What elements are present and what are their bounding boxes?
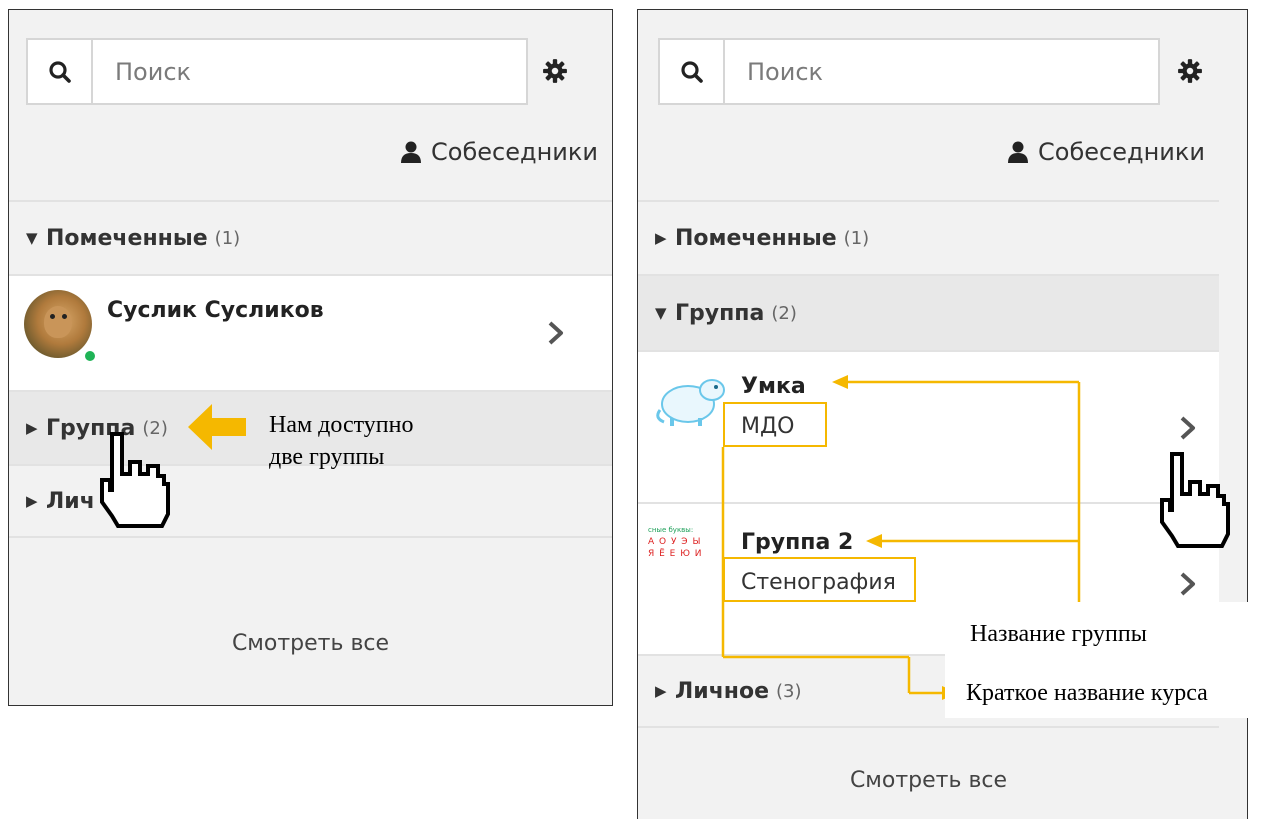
section-title: Помеченные xyxy=(675,225,837,251)
search-button[interactable] xyxy=(660,40,725,103)
chevron-right-icon[interactable] xyxy=(1179,571,1197,597)
user-icon xyxy=(1008,141,1029,163)
section-count: (3) xyxy=(776,680,802,702)
thumb-line: сные буквы: xyxy=(648,526,694,534)
section-title: Личное xyxy=(675,678,770,704)
highlight-box xyxy=(723,557,916,602)
search-icon xyxy=(680,60,703,83)
section-count: (1) xyxy=(214,227,241,249)
caret-down-icon: ▼ xyxy=(26,229,38,247)
contacts-label: Собеседники xyxy=(1038,138,1205,166)
caret-right-icon: ▶ xyxy=(26,492,38,510)
annotation-group-name: Название группы xyxy=(970,621,1147,647)
annotation-line: Нам доступно xyxy=(269,412,414,438)
section-count: (1) xyxy=(843,227,870,249)
caret-right-icon: ▶ xyxy=(655,682,667,700)
contacts-label: Собеседники xyxy=(431,138,598,166)
search-box xyxy=(26,38,528,105)
polar-bear-avatar xyxy=(656,379,725,426)
search-input[interactable] xyxy=(725,40,1155,103)
annotation-available-groups: Нам доступно две группы xyxy=(269,409,414,473)
highlight-box xyxy=(723,402,827,447)
annotation-line: две группы xyxy=(269,444,385,470)
thumb-line: А О У Э Ы xyxy=(648,537,702,547)
hand-cursor-icon xyxy=(100,432,170,528)
search-input[interactable] xyxy=(93,40,523,103)
search-button[interactable] xyxy=(28,40,93,103)
caret-down-icon: ▼ xyxy=(655,304,667,322)
chevron-right-icon[interactable] xyxy=(1179,415,1197,441)
thumb-line: Я Ё Е Ю И xyxy=(648,549,703,559)
user-icon xyxy=(401,141,422,163)
chevron-right-icon[interactable] xyxy=(547,320,565,346)
group-title: Умка xyxy=(741,374,806,399)
section-count: (2) xyxy=(771,302,797,324)
section-title: Группа xyxy=(675,300,765,326)
annotation-course-shortname: Краткое название курса xyxy=(966,680,1208,706)
caret-right-icon: ▶ xyxy=(26,419,38,437)
section-starred[interactable]: ▶ Помеченные (1) xyxy=(638,200,1219,274)
section-title: Лич xyxy=(46,488,95,514)
section-starred[interactable]: ▼ Помеченные (1) xyxy=(9,200,612,274)
caret-right-icon: ▶ xyxy=(655,229,667,247)
contacts-link[interactable]: Собеседники xyxy=(401,138,598,166)
online-status-dot xyxy=(83,349,97,363)
see-all-link[interactable]: Смотреть все xyxy=(9,631,612,656)
conversation-item[interactable]: Суслик Сусликов xyxy=(9,274,612,390)
group-title: Группа 2 xyxy=(741,530,854,555)
contacts-link[interactable]: Собеседники xyxy=(1008,138,1205,166)
settings-button[interactable] xyxy=(1175,56,1205,86)
hand-cursor-icon xyxy=(1160,452,1230,548)
messaging-drawer-left: Собеседники ▼ Помеченные (1) Суслик Сусл… xyxy=(8,9,613,706)
search-box xyxy=(658,38,1160,105)
letters-thumbnail: сные буквы: А О У Э Ы Я Ё Е Ю И xyxy=(648,524,724,560)
see-all-link[interactable]: Смотреть все xyxy=(638,768,1219,793)
section-title: Помеченные xyxy=(46,225,208,251)
section-group[interactable]: ▼ Группа (2) xyxy=(638,274,1219,350)
conversation-title: Суслик Сусликов xyxy=(107,298,324,323)
settings-button[interactable] xyxy=(540,56,570,86)
avatar xyxy=(24,290,92,358)
gear-icon xyxy=(1178,59,1202,83)
gear-icon xyxy=(543,59,567,83)
arrow-left-icon xyxy=(188,404,246,450)
search-icon xyxy=(48,60,71,83)
